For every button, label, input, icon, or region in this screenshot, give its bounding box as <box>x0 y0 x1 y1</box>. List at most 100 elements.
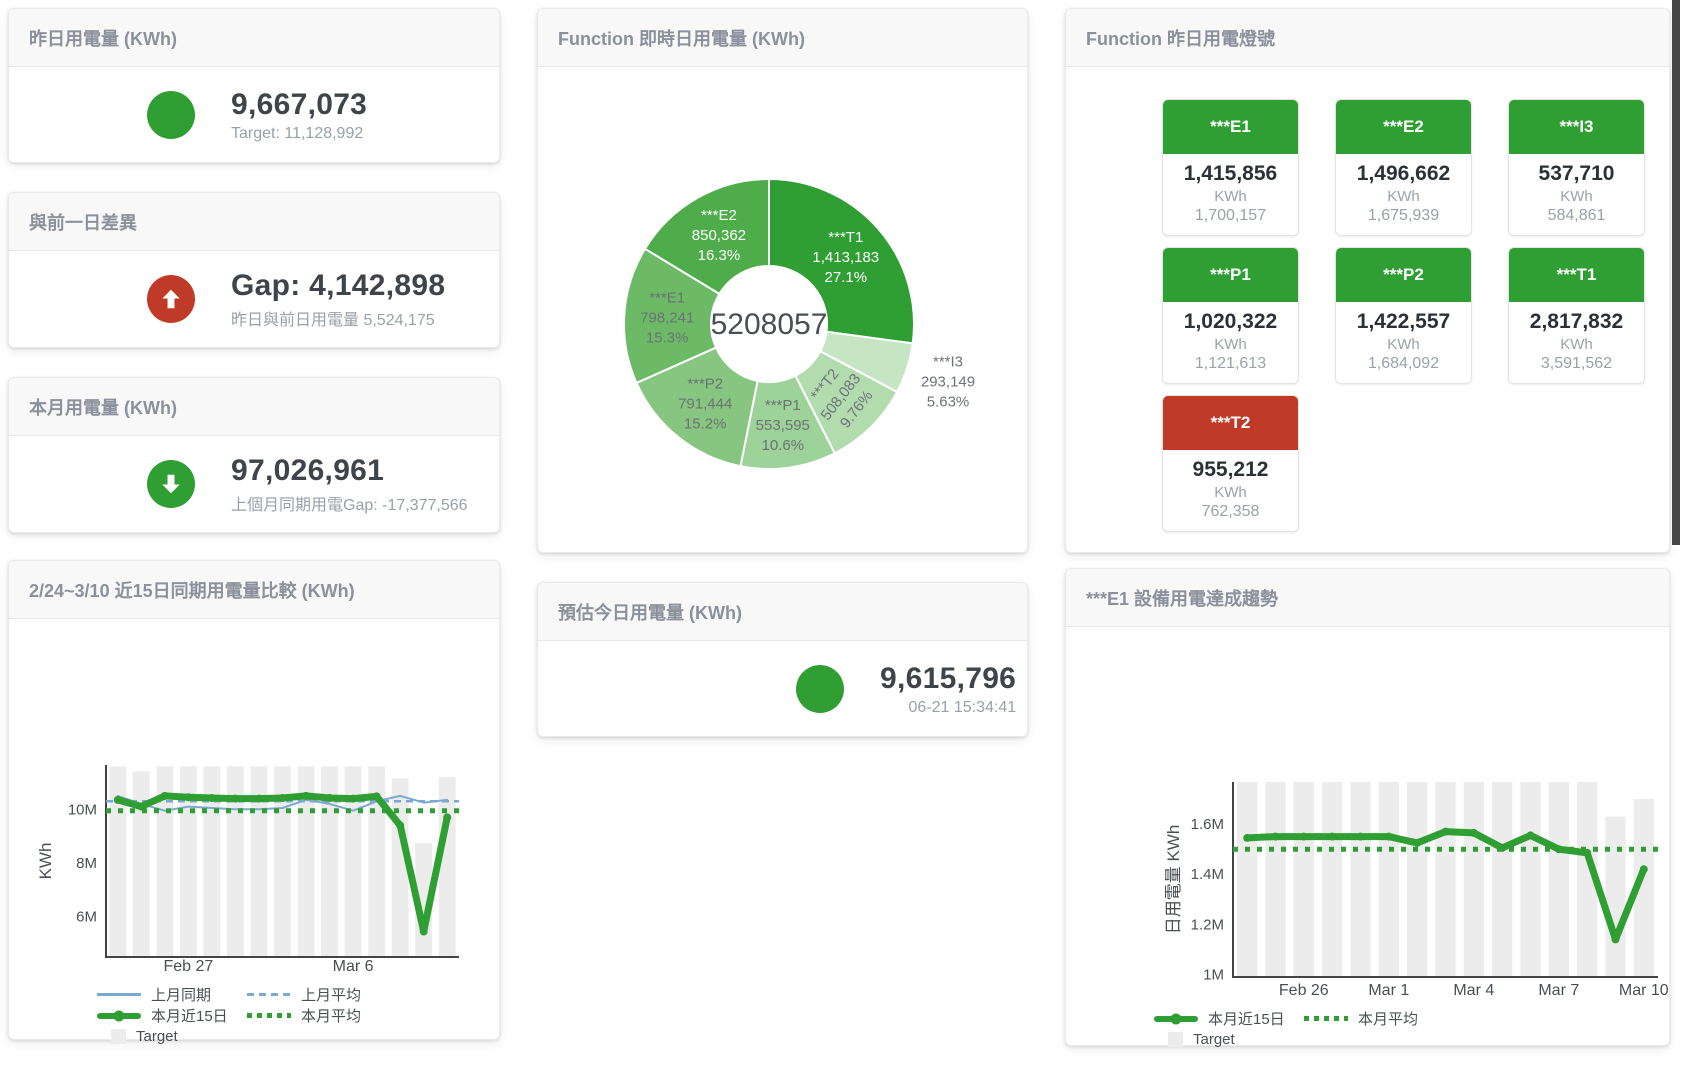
target-bar <box>1464 782 1484 977</box>
card-header: 2/24~3/10 近15日同期用電量比較 (KWh) <box>9 561 499 619</box>
y-tick-label: 6M <box>76 909 97 926</box>
y-axis-title: 日用電量 KWh <box>1164 825 1183 935</box>
legend-row: 本月近15日本月平均 <box>97 1005 499 1026</box>
x-tick-label: Mar 6 <box>333 958 374 975</box>
device-tile-E1: ***E11,415,856KWh1,700,157 <box>1162 99 1299 236</box>
legend-item[interactable]: 本月平均 <box>247 1005 397 1026</box>
data-point <box>255 795 263 803</box>
target-bar <box>1520 782 1540 977</box>
device-tile-I3: ***I3537,710KWh584,861 <box>1508 99 1645 236</box>
donut-center-total: 5208057 <box>711 308 828 341</box>
x-tick-label: Mar 10 <box>1619 982 1669 999</box>
device-tile-target: 1,675,939 <box>1340 207 1467 225</box>
card-header: 與前一日差異 <box>9 193 499 251</box>
svg-text:***E2: ***E2 <box>701 207 737 224</box>
svg-text:15.2%: 15.2% <box>684 416 727 433</box>
device-tile-name: ***T1 <box>1509 248 1644 302</box>
legend-label: 上月平均 <box>301 984 361 1005</box>
card-title: Function 即時日用電量 (KWh) <box>558 25 805 51</box>
data-point <box>302 792 310 800</box>
legend-row: 本月近15日本月平均 <box>1154 1008 1669 1029</box>
legend-item[interactable]: 本月平均 <box>1304 1008 1454 1029</box>
svg-text:***P1: ***P1 <box>765 397 801 414</box>
device-tile-unit: KWh <box>1513 188 1640 205</box>
legend-item[interactable]: Target <box>97 1028 247 1045</box>
scrollbar-thumb[interactable] <box>1672 0 1680 545</box>
legend-swatch <box>1154 1016 1198 1022</box>
svg-text:293,149: 293,149 <box>921 374 975 391</box>
card-estimate-today: 預估今日用電量 (KWh) 9,615,796 06-21 15:34:41 <box>537 582 1028 737</box>
comparison-chart-legend: 上月同期上月平均本月近15日本月平均Target <box>97 984 499 1047</box>
legend-swatch <box>97 993 141 996</box>
comparison-line-chart: 6M8M10MFeb 27Mar 6KWh <box>9 619 499 975</box>
kpi-value: 97,026,961 <box>231 454 468 488</box>
device-tile-body: 1,020,322KWh1,121,613 <box>1163 302 1298 383</box>
kpi-value: Gap: 4,142,898 <box>231 269 445 303</box>
target-bar <box>1294 782 1314 977</box>
device-tile-E2: ***E21,496,662KWh1,675,939 <box>1335 99 1472 236</box>
energy-dashboard: 昨日用電量 (KWh) 9,667,073 Target: 11,128,992… <box>0 0 1681 1091</box>
data-point <box>1357 833 1365 841</box>
device-tile-T1: ***T12,817,832KWh3,591,562 <box>1508 247 1645 384</box>
data-point <box>1498 844 1506 852</box>
target-bar <box>1492 782 1512 977</box>
device-tile-value: 955,212 <box>1167 458 1294 482</box>
device-tile-value: 1,415,856 <box>1167 162 1294 186</box>
device-tile-body: 955,212KWh762,358 <box>1163 450 1298 531</box>
y-tick-label: 10M <box>68 801 97 818</box>
data-point <box>1328 833 1336 841</box>
card-title: 2/24~3/10 近15日同期用電量比較 (KWh) <box>29 577 355 603</box>
card-day-gap: 與前一日差異 Gap: 4,142,898 昨日與前日用電量 5,524,175 <box>8 192 500 348</box>
y-tick-label: 1.4M <box>1191 866 1224 883</box>
data-point <box>1300 833 1308 841</box>
target-bar <box>1237 782 1257 977</box>
target-bar <box>133 771 150 957</box>
legend-item[interactable]: 上月同期 <box>97 984 247 1005</box>
legend-label: Target <box>1193 1031 1235 1048</box>
card-header: 本月用電量 (KWh) <box>9 378 499 436</box>
device-tile-P2: ***P21,422,557KWh1,684,092 <box>1335 247 1472 384</box>
card-title: 預估今日用電量 (KWh) <box>558 599 742 625</box>
y-tick-label: 1.2M <box>1191 916 1224 933</box>
device-tile-value: 2,817,832 <box>1513 310 1640 334</box>
e1-trend-line-chart: 1M1.2M1.4M1.6MFeb 26Mar 1Mar 4Mar 7Mar 1… <box>1066 627 1669 999</box>
device-tile-grid: ***E11,415,856KWh1,700,157***E21,496,662… <box>1162 99 1669 532</box>
target-bar <box>1605 817 1625 977</box>
svg-text:16.3%: 16.3% <box>698 247 741 264</box>
card-realtime-usage: Function 即時日用電量 (KWh) ***T11,413,18327.1… <box>537 8 1028 553</box>
data-point <box>420 928 428 936</box>
card-device-lights: Function 昨日用電燈號 ***E11,415,856KWh1,700,1… <box>1065 8 1670 553</box>
data-point <box>1555 845 1563 853</box>
device-tile-value: 1,496,662 <box>1340 162 1467 186</box>
legend-swatch <box>111 1029 126 1044</box>
y-axis-title: KWh <box>36 843 55 880</box>
legend-item[interactable]: 上月平均 <box>247 984 397 1005</box>
data-point <box>1527 831 1535 839</box>
device-tile-unit: KWh <box>1167 484 1294 501</box>
card-header: 昨日用電量 (KWh) <box>9 9 499 67</box>
svg-text:27.1%: 27.1% <box>825 269 868 286</box>
x-tick-label: Feb 27 <box>163 958 213 975</box>
device-tile-body: 2,817,832KWh3,591,562 <box>1509 302 1644 383</box>
target-bar <box>1322 782 1342 977</box>
legend-swatch <box>1168 1032 1183 1047</box>
target-bar <box>1379 782 1399 977</box>
legend-item[interactable]: 本月近15日 <box>97 1005 247 1026</box>
legend-label: 上月同期 <box>151 984 211 1005</box>
legend-item[interactable]: Target <box>1154 1031 1304 1048</box>
status-circle-icon <box>796 665 844 713</box>
data-point <box>1272 833 1280 841</box>
donut-slice-label: ***I3293,1495.63% <box>921 354 975 411</box>
card-title: Function 昨日用電燈號 <box>1086 25 1275 51</box>
legend-label: 本月近15日 <box>151 1005 228 1026</box>
device-tile-P1: ***P11,020,322KWh1,121,613 <box>1162 247 1299 384</box>
svg-text:***P2: ***P2 <box>687 376 723 393</box>
target-bar <box>1549 782 1569 977</box>
device-tile-unit: KWh <box>1167 188 1294 205</box>
legend-swatch <box>97 1013 141 1019</box>
y-tick-label: 1.6M <box>1191 816 1224 833</box>
device-tile-name: ***I3 <box>1509 100 1644 154</box>
svg-text:***I3: ***I3 <box>933 354 963 371</box>
legend-item[interactable]: 本月近15日 <box>1154 1008 1304 1029</box>
device-tile-target: 1,700,157 <box>1167 207 1294 225</box>
